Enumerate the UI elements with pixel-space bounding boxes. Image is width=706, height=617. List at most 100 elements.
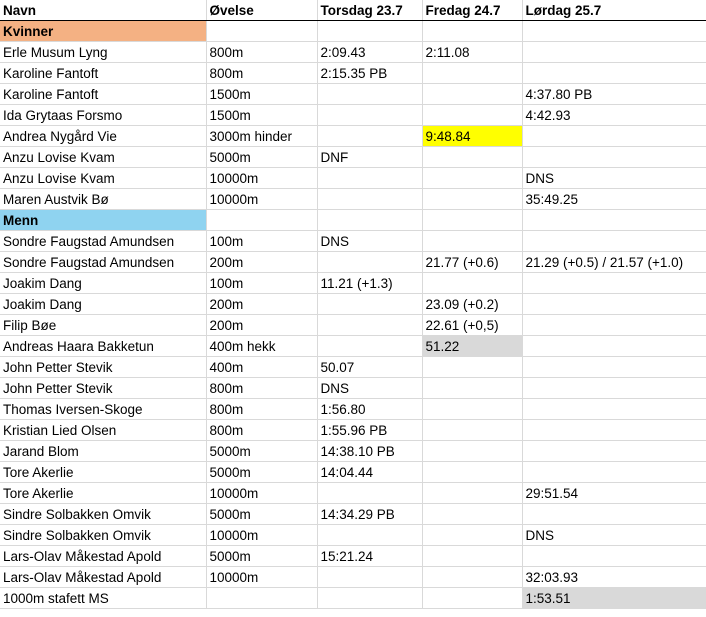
cell-friday[interactable] [422,461,523,483]
section-label-women[interactable]: Kvinner [0,20,207,42]
cell-thursday[interactable] [317,104,423,126]
section-label-men[interactable]: Menn [0,209,207,231]
cell-thursday[interactable] [317,524,423,546]
cell-name[interactable]: Filip Bøe [0,314,207,336]
cell-event[interactable]: 800m [206,398,318,420]
cell-friday[interactable] [422,62,523,84]
cell-saturday[interactable] [522,230,706,252]
cell-thursday[interactable]: 1:55.96 PB [317,419,423,441]
cell-thursday[interactable]: 14:38.10 PB [317,440,423,462]
cell-event[interactable]: 800m [206,41,318,63]
cell-event[interactable]: 200m [206,251,318,273]
cell-event[interactable]: 800m [206,377,318,399]
cell-event[interactable]: 5000m [206,545,318,567]
cell-saturday[interactable] [522,62,706,84]
cell-event[interactable]: 200m [206,293,318,315]
cell-thursday[interactable]: 14:34.29 PB [317,503,423,525]
cell-name[interactable]: Lars-Olav Måkestad Apold [0,566,207,588]
cell-event[interactable]: 400m [206,356,318,378]
cell-event[interactable]: 10000m [206,482,318,504]
cell-friday[interactable]: 22.61 (+0,5) [422,314,523,336]
cell-saturday[interactable]: 32:03.93 [522,566,706,588]
empty-cell[interactable] [206,209,318,231]
cell-saturday[interactable] [522,41,706,63]
cell-name[interactable]: Lars-Olav Måkestad Apold [0,545,207,567]
cell-friday[interactable] [422,188,523,210]
cell-friday[interactable] [422,146,523,168]
cell-thursday[interactable]: DNS [317,377,423,399]
cell-friday[interactable] [422,104,523,126]
cell-saturday[interactable]: 21.29 (+0.5) / 21.57 (+1.0) [522,251,706,273]
cell-friday[interactable] [422,587,523,609]
cell-friday[interactable]: 51.22 [422,335,523,357]
cell-event[interactable]: 5000m [206,146,318,168]
cell-saturday[interactable] [522,398,706,420]
cell-saturday[interactable] [522,419,706,441]
cell-saturday[interactable] [522,377,706,399]
cell-thursday[interactable]: DNS [317,230,423,252]
cell-event[interactable]: 1500m [206,83,318,105]
cell-event[interactable]: 800m [206,419,318,441]
cell-friday[interactable] [422,167,523,189]
cell-saturday[interactable]: DNS [522,524,706,546]
cell-event[interactable]: 100m [206,272,318,294]
cell-thursday[interactable] [317,587,423,609]
cell-saturday[interactable] [522,440,706,462]
cell-name[interactable]: Sindre Solbakken Omvik [0,524,207,546]
empty-cell[interactable] [422,20,523,42]
cell-saturday[interactable]: DNS [522,167,706,189]
cell-thursday[interactable] [317,293,423,315]
cell-friday[interactable] [422,83,523,105]
empty-cell[interactable] [206,20,318,42]
cell-saturday[interactable] [522,335,706,357]
cell-name[interactable]: Sondre Faugstad Amundsen [0,230,207,252]
cell-friday[interactable] [422,566,523,588]
cell-event[interactable]: 10000m [206,167,318,189]
cell-friday[interactable] [422,356,523,378]
cell-name[interactable]: 1000m stafett MS [0,587,207,609]
cell-saturday[interactable]: 4:42.93 [522,104,706,126]
cell-thursday[interactable]: 1:56.80 [317,398,423,420]
empty-cell[interactable] [317,20,423,42]
cell-saturday[interactable]: 35:49.25 [522,188,706,210]
cell-friday[interactable] [422,377,523,399]
cell-event[interactable]: 5000m [206,440,318,462]
cell-friday[interactable] [422,545,523,567]
cell-name[interactable]: Anzu Lovise Kvam [0,167,207,189]
cell-event[interactable]: 100m [206,230,318,252]
cell-name[interactable]: Jarand Blom [0,440,207,462]
cell-friday[interactable] [422,524,523,546]
cell-name[interactable]: Karoline Fantoft [0,83,207,105]
cell-name[interactable]: Karoline Fantoft [0,62,207,84]
cell-saturday[interactable] [522,503,706,525]
header-event[interactable]: Øvelse [206,0,318,21]
cell-thursday[interactable] [317,167,423,189]
header-friday[interactable]: Fredag 24.7 [422,0,523,21]
cell-name[interactable]: John Petter Stevik [0,356,207,378]
cell-saturday[interactable] [522,293,706,315]
cell-thursday[interactable] [317,566,423,588]
cell-saturday[interactable] [522,545,706,567]
cell-event[interactable] [206,587,318,609]
cell-event[interactable]: 5000m [206,503,318,525]
cell-friday[interactable]: 21.77 (+0.6) [422,251,523,273]
header-name[interactable]: Navn [0,0,207,21]
cell-thursday[interactable] [317,482,423,504]
cell-event[interactable]: 200m [206,314,318,336]
cell-thursday[interactable] [317,335,423,357]
cell-thursday[interactable]: 50.07 [317,356,423,378]
cell-saturday[interactable]: 1:53.51 [522,587,706,609]
cell-name[interactable]: Tore Akerlie [0,461,207,483]
cell-friday[interactable] [422,230,523,252]
cell-event[interactable]: 10000m [206,188,318,210]
cell-friday[interactable]: 2:11.08 [422,41,523,63]
cell-thursday[interactable]: 15:21.24 [317,545,423,567]
cell-name[interactable]: Joakim Dang [0,293,207,315]
cell-event[interactable]: 5000m [206,461,318,483]
cell-name[interactable]: Sindre Solbakken Omvik [0,503,207,525]
cell-thursday[interactable] [317,314,423,336]
header-saturday[interactable]: Lørdag 25.7 [522,0,706,21]
cell-name[interactable]: Ida Grytaas Forsmo [0,104,207,126]
cell-thursday[interactable]: 14:04.44 [317,461,423,483]
cell-name[interactable]: John Petter Stevik [0,377,207,399]
